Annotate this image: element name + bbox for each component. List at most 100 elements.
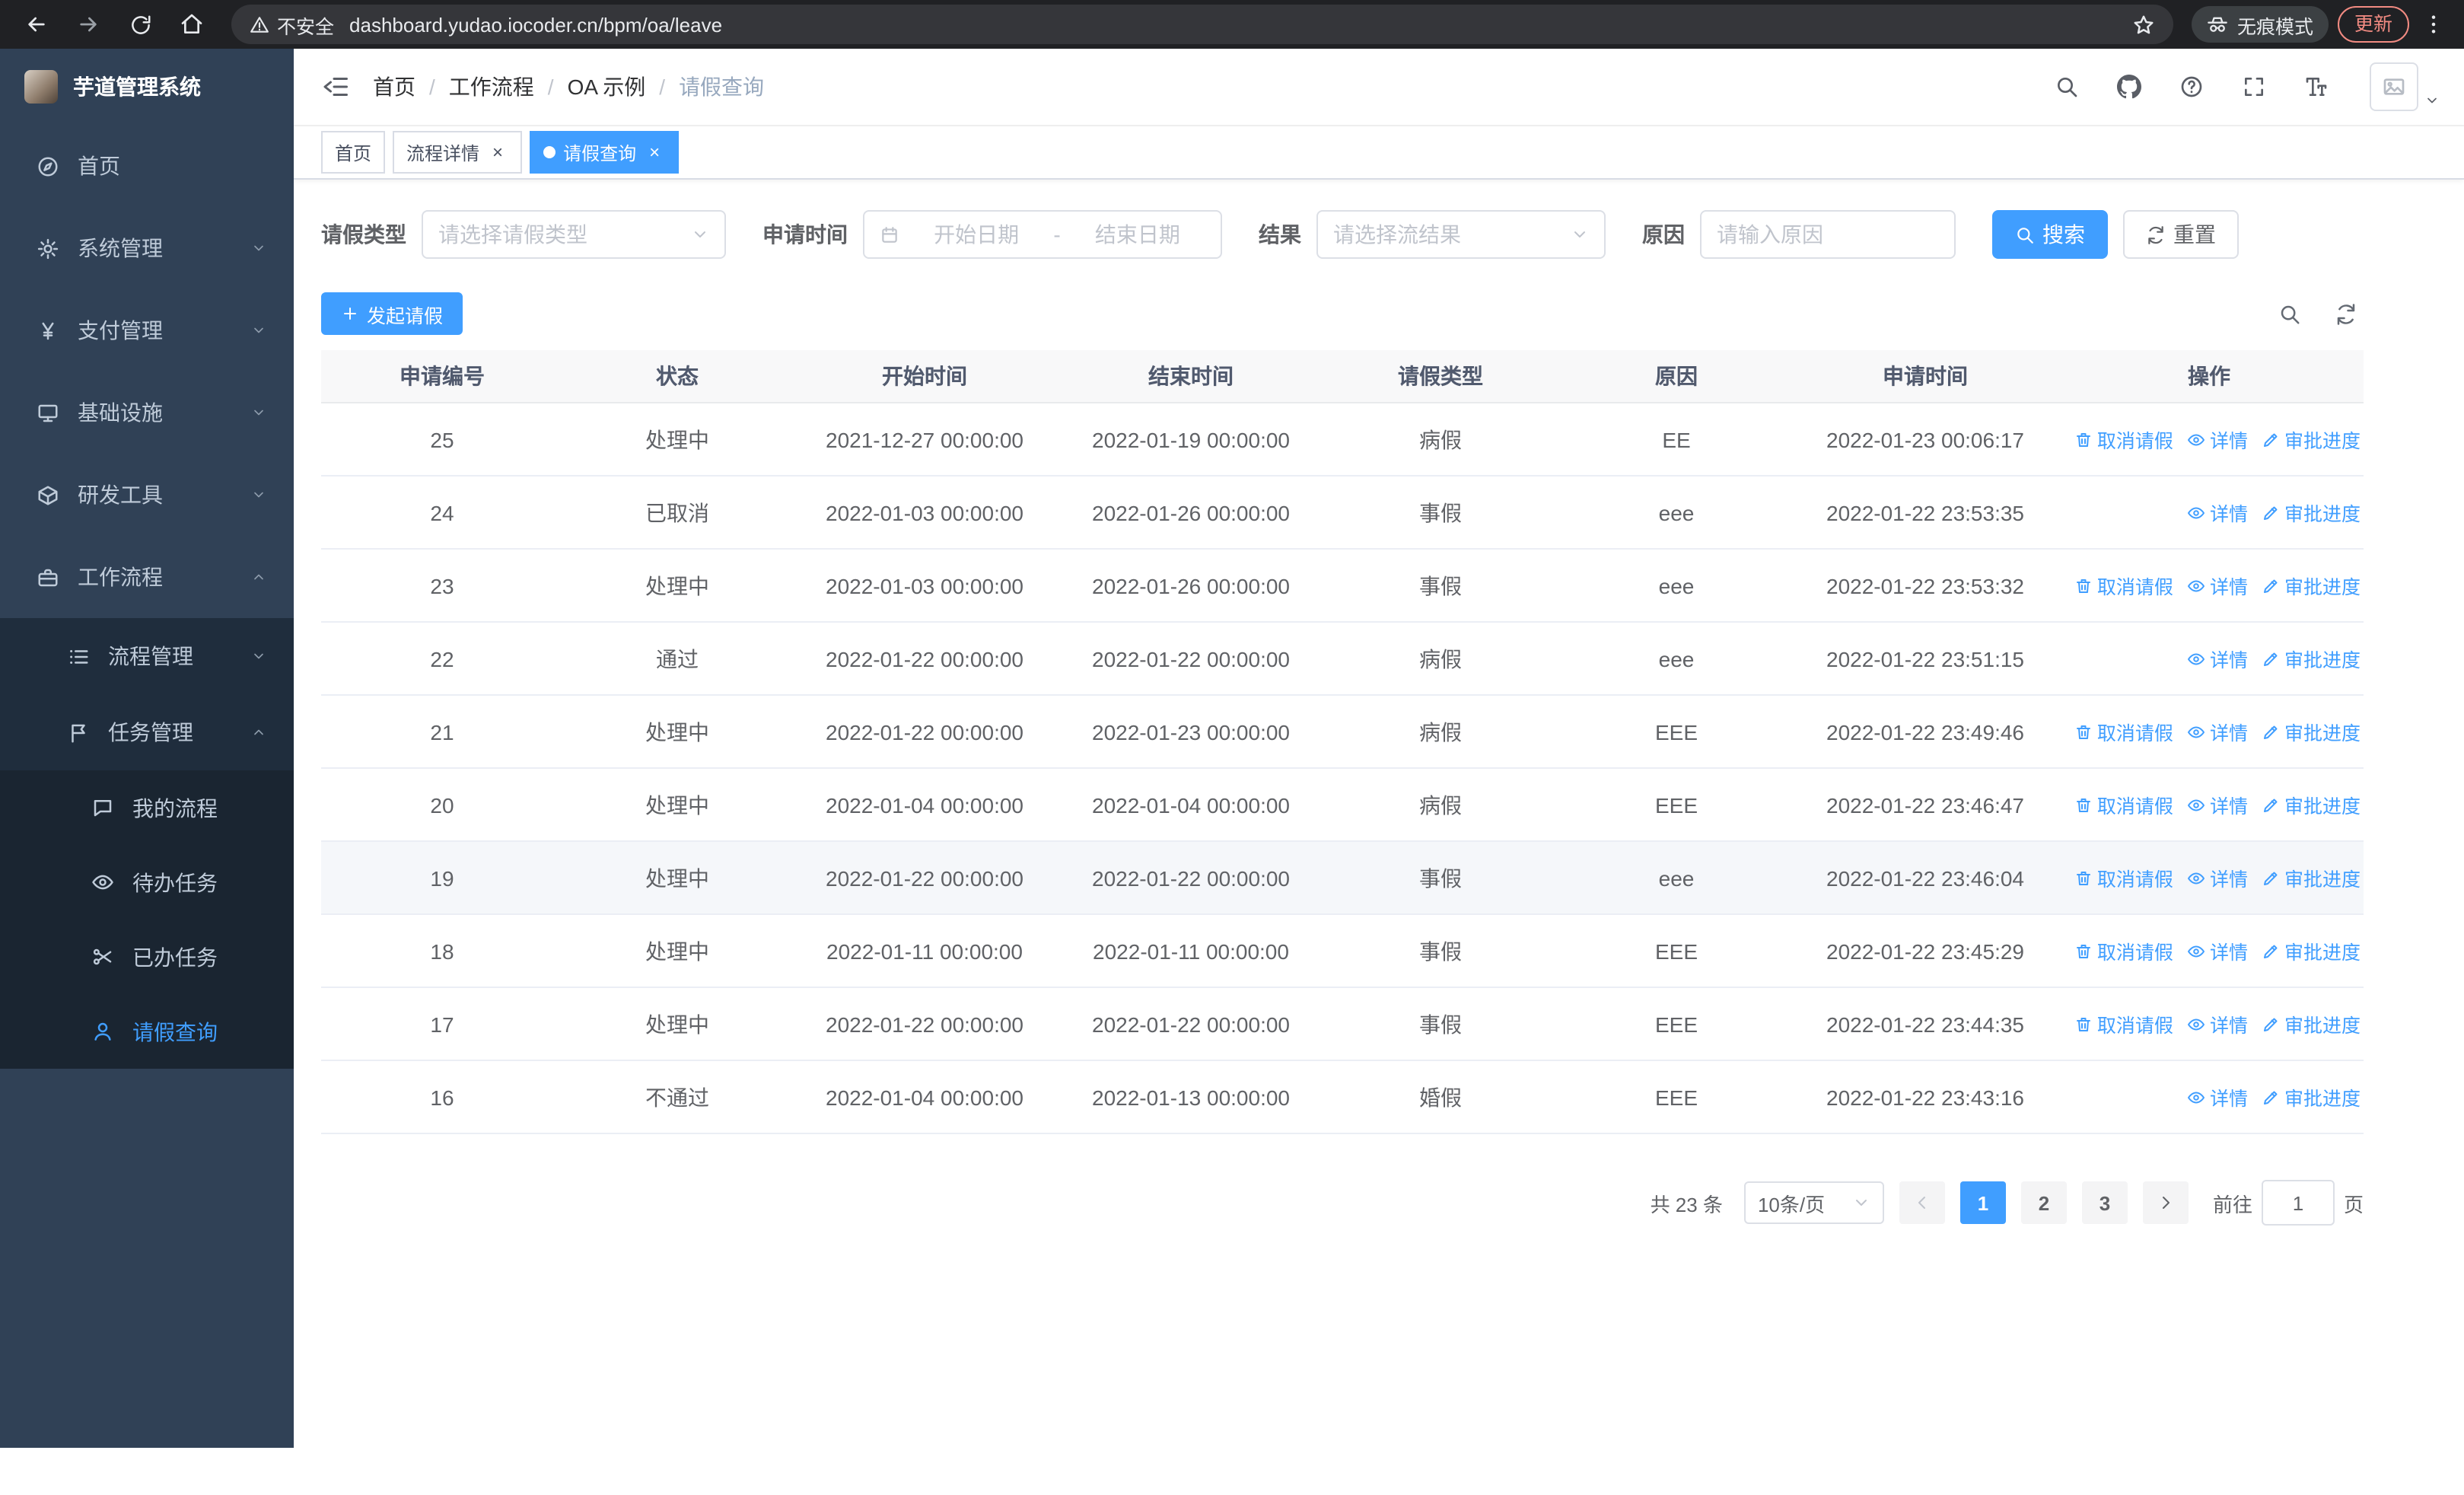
cell-leave-type: 病假 — [1419, 792, 1462, 817]
detail-link[interactable]: 详情 — [2187, 498, 2248, 527]
sidebar-item-system[interactable]: 系统管理 — [0, 207, 294, 289]
address-bar[interactable]: 不安全 dashboard.yudao.iocoder.cn/bpm/oa/le… — [231, 5, 2173, 44]
bookmark-star-icon[interactable] — [2132, 11, 2155, 37]
detail-link[interactable]: 详情 — [2187, 571, 2248, 600]
detail-link[interactable]: 详情 — [2187, 644, 2248, 673]
approval-progress-link[interactable]: 审批进度 — [2262, 790, 2361, 819]
breadcrumb-home[interactable]: 首页 — [373, 72, 415, 102]
prev-page-button[interactable] — [1899, 1181, 1945, 1224]
tab-process-detail[interactable]: 流程详情 × — [393, 131, 523, 174]
breadcrumb-oa-example[interactable]: OA 示例 — [568, 72, 646, 102]
breadcrumb-workflow[interactable]: 工作流程 — [449, 72, 534, 102]
detail-link[interactable]: 详情 — [2187, 425, 2248, 454]
browser-reload-button[interactable] — [119, 3, 161, 46]
cell-reason: EEE — [1654, 719, 1698, 744]
leave-type-label: 请假类型 — [321, 222, 406, 247]
detail-link[interactable]: 详情 — [2187, 790, 2248, 819]
bottom-strip — [0, 1448, 2464, 1495]
fullscreen-icon[interactable] — [2236, 69, 2272, 105]
browser-home-button[interactable] — [170, 3, 213, 46]
cancel-leave-link[interactable]: 取消请假 — [2074, 790, 2173, 819]
sidebar-item-task-mgmt[interactable]: 任务管理 — [0, 694, 294, 770]
approval-progress-link[interactable]: 审批进度 — [2262, 936, 2361, 965]
header-search-icon[interactable] — [2049, 69, 2085, 105]
cell-apply-time: 2022-01-23 00:06:17 — [1826, 427, 2024, 451]
reason-input[interactable] — [1702, 212, 1954, 257]
cancel-leave-link[interactable]: 取消请假 — [2074, 717, 2173, 746]
cancel-leave-link[interactable]: 取消请假 — [2074, 863, 2173, 892]
cell-actions: 取消请假 详情 审批进度 — [2055, 425, 2364, 454]
chevron-up-icon — [251, 725, 266, 740]
approval-progress-link[interactable]: 审批进度 — [2262, 644, 2361, 673]
browser-menu-icon[interactable] — [2418, 12, 2449, 37]
goto-page-input[interactable] — [2261, 1180, 2335, 1226]
sidebar-item-devtools[interactable]: 研发工具 — [0, 454, 294, 536]
detail-link[interactable]: 详情 — [2187, 717, 2248, 746]
search-button[interactable]: 搜索 — [1992, 210, 2108, 259]
update-button[interactable]: 更新 — [2337, 6, 2409, 43]
sidebar-collapse-icon[interactable] — [312, 62, 361, 111]
page-button-2[interactable]: 2 — [2020, 1181, 2067, 1224]
reset-button[interactable]: 重置 — [2123, 210, 2239, 259]
cancel-leave-link[interactable]: 取消请假 — [2074, 936, 2173, 965]
chevron-down-icon — [251, 241, 266, 256]
detail-link[interactable]: 详情 — [2187, 1009, 2248, 1038]
sidebar-item-payment[interactable]: 支付管理 — [0, 289, 294, 371]
detail-link[interactable]: 详情 — [2187, 936, 2248, 965]
github-icon[interactable] — [2111, 69, 2147, 105]
tab-leave-query[interactable]: 请假查询 × — [530, 131, 680, 174]
leave-type-select[interactable]: 请选择请假类型 — [422, 210, 726, 259]
result-label: 结果 — [1259, 222, 1301, 247]
pagination: 共 23 条 10条/页 1 2 3 前往 页 — [321, 1180, 2364, 1226]
cell-apply-time: 2022-01-22 23:46:47 — [1826, 792, 2024, 817]
sidebar-item-leave-query[interactable]: 请假查询 — [0, 994, 294, 1069]
date-range-picker[interactable]: 开始日期 - 结束日期 — [863, 210, 1222, 259]
cancel-leave-link[interactable]: 取消请假 — [2074, 571, 2173, 600]
approval-progress-link[interactable]: 审批进度 — [2262, 717, 2361, 746]
tabs-bar: 首页 流程详情 × 请假查询 × — [294, 126, 2464, 180]
user-avatar-menu[interactable] — [2370, 62, 2440, 111]
help-icon[interactable] — [2173, 69, 2210, 105]
font-size-icon[interactable] — [2298, 69, 2335, 105]
col-reason: 原因 — [1655, 364, 1698, 388]
cell-leave-type: 婚假 — [1419, 1085, 1462, 1109]
start-date-placeholder: 开始日期 — [934, 222, 1020, 247]
cell-reason: EEE — [1654, 792, 1698, 817]
result-select[interactable]: 请选择流结果 — [1316, 210, 1606, 259]
cancel-leave-link[interactable]: 取消请假 — [2074, 425, 2173, 454]
approval-progress-link[interactable]: 审批进度 — [2262, 498, 2361, 527]
sidebar-item-workflow[interactable]: 工作流程 — [0, 536, 294, 618]
tab-home[interactable]: 首页 — [321, 131, 386, 174]
sidebar-item-home[interactable]: 首页 — [0, 125, 294, 207]
approval-progress-link[interactable]: 审批进度 — [2262, 1009, 2361, 1038]
page-size-select[interactable]: 10条/页 — [1743, 1181, 1884, 1224]
refresh-table-icon[interactable] — [2335, 302, 2357, 325]
toggle-search-icon[interactable] — [2278, 302, 2301, 325]
chevron-up-icon — [251, 569, 266, 585]
search-icon — [2015, 225, 2035, 244]
sidebar-item-infra[interactable]: 基础设施 — [0, 371, 294, 454]
approval-progress-link[interactable]: 审批进度 — [2262, 425, 2361, 454]
create-leave-button[interactable]: 发起请假 — [321, 292, 463, 335]
sidebar-item-my-process[interactable]: 我的流程 — [0, 770, 294, 845]
cell-status: 处理中 — [645, 573, 709, 598]
page-button-3[interactable]: 3 — [2081, 1181, 2128, 1224]
next-page-button[interactable] — [2142, 1181, 2189, 1224]
sidebar-item-todo-tasks[interactable]: 待办任务 — [0, 845, 294, 920]
sidebar-item-done-tasks[interactable]: 已办任务 — [0, 920, 294, 994]
cell-apply-no: 23 — [430, 573, 454, 598]
approval-progress-link[interactable]: 审批进度 — [2262, 571, 2361, 600]
approval-progress-link[interactable]: 审批进度 — [2262, 1082, 2361, 1111]
approval-progress-link[interactable]: 审批进度 — [2262, 863, 2361, 892]
detail-link[interactable]: 详情 — [2187, 1082, 2248, 1111]
security-chip[interactable]: 不安全 — [250, 10, 334, 39]
page-button-1[interactable]: 1 — [1959, 1181, 2006, 1224]
browser-forward-button[interactable] — [67, 3, 110, 46]
close-icon[interactable]: × — [644, 142, 665, 163]
detail-link[interactable]: 详情 — [2187, 863, 2248, 892]
sidebar-item-process-mgmt[interactable]: 流程管理 — [0, 618, 294, 694]
sidebar-logo[interactable]: 芋道管理系统 — [0, 49, 294, 125]
browser-back-button[interactable] — [15, 3, 58, 46]
close-icon[interactable]: × — [487, 142, 508, 163]
cancel-leave-link[interactable]: 取消请假 — [2074, 1009, 2173, 1038]
